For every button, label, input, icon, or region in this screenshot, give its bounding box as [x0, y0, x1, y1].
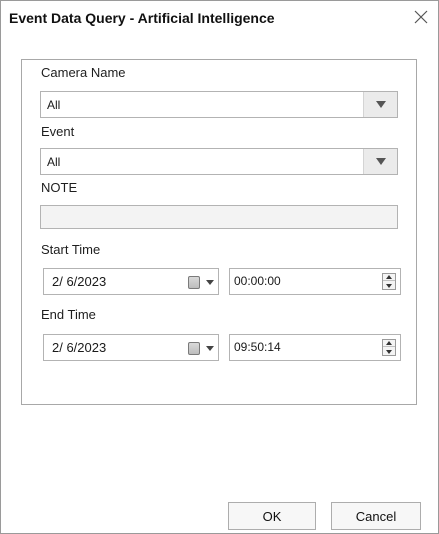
end-time-spinner[interactable] [382, 339, 396, 356]
event-dropdown-button[interactable] [363, 149, 397, 174]
start-date-picker[interactable]: 2/ 6/2023 [43, 268, 219, 295]
camera-name-dropdown-button[interactable] [363, 92, 397, 117]
event-data-query-dialog: Event Data Query - Artificial Intelligen… [0, 0, 439, 534]
start-date-value: 2/ 6/2023 [52, 274, 107, 289]
spin-up-icon [386, 275, 392, 279]
triangle-down-icon [206, 345, 214, 351]
calendar-icon [188, 275, 200, 289]
note-label: NOTE [41, 180, 78, 195]
camera-name-label: Camera Name [41, 65, 126, 80]
calendar-icon [188, 341, 200, 355]
end-time-field[interactable]: 09:50:14 [229, 334, 401, 361]
end-date-picker[interactable]: 2/ 6/2023 [43, 334, 219, 361]
end-date-value: 2/ 6/2023 [52, 340, 107, 355]
note-field[interactable] [40, 205, 398, 229]
end-date-calendar-button[interactable] [188, 340, 214, 356]
camera-name-dropdown[interactable]: All [40, 91, 398, 118]
ok-button[interactable]: OK [228, 502, 316, 530]
start-time-spinner[interactable] [382, 273, 396, 290]
start-time-spin-up[interactable] [383, 274, 395, 281]
end-time-label: End Time [41, 307, 96, 322]
end-time-spin-up[interactable] [383, 340, 395, 347]
dialog-body: Camera Name All Event All NOTE Start Tim… [1, 35, 438, 533]
start-date-calendar-button[interactable] [188, 274, 214, 290]
event-value: All [47, 155, 61, 169]
triangle-down-icon [375, 101, 386, 108]
start-time-value: 00:00:00 [234, 274, 281, 288]
triangle-down-icon [206, 279, 214, 285]
dialog-title: Event Data Query - Artificial Intelligen… [9, 10, 275, 26]
cancel-button[interactable]: Cancel [331, 502, 421, 530]
camera-name-value: All [47, 98, 61, 112]
event-dropdown[interactable]: All [40, 148, 398, 175]
close-button[interactable] [406, 3, 436, 31]
end-time-value: 09:50:14 [234, 340, 281, 354]
spin-down-icon [386, 283, 392, 288]
event-label: Event [41, 124, 75, 139]
start-time-label: Start Time [41, 242, 101, 257]
spin-up-icon [386, 341, 392, 345]
close-icon [414, 10, 428, 24]
start-time-field[interactable]: 00:00:00 [229, 268, 401, 295]
end-time-spin-down[interactable] [383, 348, 395, 355]
spin-down-icon [386, 349, 392, 354]
triangle-down-icon [375, 158, 386, 165]
start-time-spin-down[interactable] [383, 282, 395, 289]
title-bar[interactable]: Event Data Query - Artificial Intelligen… [1, 1, 438, 35]
